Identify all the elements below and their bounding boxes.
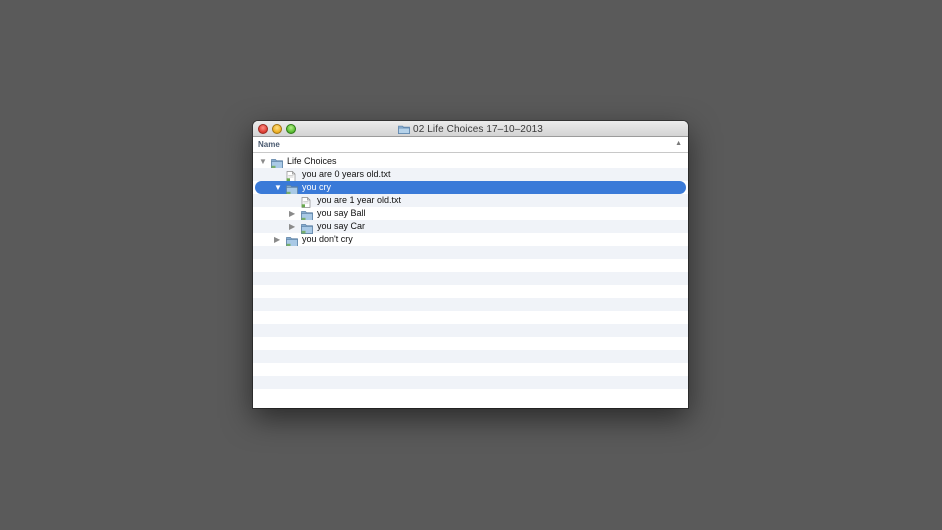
outline-row-folder[interactable]: ▼ Life Choices [253, 155, 688, 169]
outline-row-folder[interactable]: ▶ you say Car [253, 220, 688, 234]
folder-icon [301, 221, 313, 234]
disclosure-collapsed-icon[interactable]: ▶ [289, 221, 295, 232]
disclosure-collapsed-icon[interactable]: ▶ [274, 234, 280, 245]
empty-row [253, 311, 688, 324]
folder-icon [286, 182, 298, 195]
column-header-name[interactable]: Name ▲ [253, 137, 688, 153]
item-label: you say Ball [317, 208, 366, 218]
empty-row [253, 337, 688, 350]
disclosure-collapsed-icon[interactable]: ▶ [289, 208, 295, 219]
empty-row [253, 363, 688, 376]
empty-row [253, 350, 688, 363]
outline-row-file[interactable]: you are 0 years old.txt [253, 168, 688, 182]
sort-ascending-icon: ▲ [675, 140, 682, 147]
outline-row-file[interactable]: you are 1 year old.txt [253, 194, 688, 208]
empty-row [253, 298, 688, 311]
empty-row [253, 246, 688, 259]
minimize-button[interactable] [272, 124, 282, 134]
window-title: 02 Life Choices 17–10–2013 [413, 123, 543, 135]
item-label: Life Choices [287, 156, 337, 166]
zoom-button[interactable] [286, 124, 296, 134]
empty-row [253, 272, 688, 285]
text-file-icon [286, 169, 298, 182]
column-header-label: Name [258, 140, 280, 149]
item-label: you are 1 year old.txt [317, 195, 402, 205]
item-label: you don't cry [302, 234, 353, 244]
outline-row-folder[interactable]: ▶ you say Ball [253, 207, 688, 221]
folder-icon [286, 234, 298, 247]
item-label: you say Car [317, 221, 366, 231]
empty-row [253, 376, 688, 389]
empty-row [253, 324, 688, 337]
outline-row-folder[interactable]: ▼ you cry [253, 181, 688, 195]
text-file-icon [301, 195, 313, 208]
disclosure-expanded-icon[interactable]: ▼ [274, 182, 282, 193]
folder-icon [301, 208, 313, 221]
outline-row-folder[interactable]: ▶ you don't cry [253, 233, 688, 247]
empty-row [253, 285, 688, 298]
item-label: you are 0 years old.txt [302, 169, 391, 179]
folder-icon [398, 125, 410, 134]
item-label: you cry [302, 182, 332, 192]
disclosure-expanded-icon[interactable]: ▼ [259, 156, 267, 167]
empty-row [253, 389, 688, 402]
title-bar[interactable]: 02 Life Choices 17–10–2013 [253, 121, 688, 137]
outline-list: ▼ Life Choices you are 0 years old.txt ▼ you… [253, 155, 688, 402]
folder-icon [271, 156, 283, 169]
close-button[interactable] [258, 124, 268, 134]
finder-window: 02 Life Choices 17–10–2013 Name ▲ ▼ Life … [253, 121, 688, 408]
empty-row [253, 259, 688, 272]
